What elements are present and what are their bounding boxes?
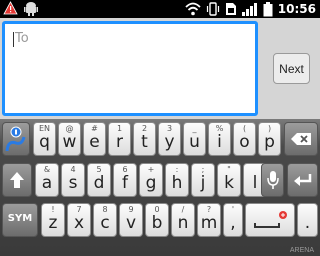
- key-v-label: v: [125, 213, 137, 233]
- key-m-label: m: [200, 213, 218, 233]
- key-x-label: x: [73, 213, 85, 233]
- key-d-label: d: [93, 173, 105, 193]
- key-y-label: y: [164, 132, 175, 152]
- key-n-label: n: [177, 213, 189, 233]
- enter-arrow-icon: [288, 164, 317, 196]
- key-t[interactable]: 2 t: [133, 122, 156, 156]
- key-period-label: .: [304, 213, 311, 233]
- key-j[interactable]: ; j: [191, 163, 215, 197]
- space-bar-icon: [246, 204, 294, 236]
- enter-key[interactable]: [287, 163, 318, 197]
- shift-key[interactable]: [2, 163, 32, 197]
- key-a[interactable]: & a: [35, 163, 59, 197]
- input-method-icon: [3, 123, 29, 155]
- input-method-key[interactable]: [2, 122, 30, 156]
- wifi-icon: [185, 2, 201, 16]
- key-b[interactable]: 0 b: [145, 203, 169, 237]
- key-c-label: c: [100, 213, 110, 233]
- key-u-label: u: [189, 132, 200, 152]
- key-y[interactable]: 3 y: [158, 122, 181, 156]
- warning-icon: [3, 1, 18, 16]
- space-key[interactable]: [245, 203, 295, 237]
- key-f-label: f: [122, 173, 128, 193]
- key-p-label: p: [264, 132, 275, 152]
- key-p[interactable]: ) p: [258, 122, 281, 156]
- key-g-label: g: [145, 173, 157, 193]
- backspace-icon: [285, 123, 317, 155]
- key-w[interactable]: @ w: [58, 122, 81, 156]
- microphone-key[interactable]: [261, 163, 284, 197]
- vibrate-icon: [206, 2, 220, 16]
- key-j-label: j: [200, 173, 206, 193]
- shift-arrow-icon: [3, 164, 31, 196]
- key-comma-label: ,: [230, 213, 236, 233]
- status-bar: 10:56: [0, 0, 320, 18]
- key-i-label: i: [217, 132, 222, 152]
- key-h-label: h: [171, 173, 183, 193]
- key-k-label: k: [224, 173, 234, 193]
- key-g[interactable]: + g: [139, 163, 163, 197]
- key-c[interactable]: 8 c: [93, 203, 117, 237]
- key-o-label: o: [239, 132, 250, 152]
- to-placeholder: To: [15, 31, 29, 46]
- key-r-label: r: [116, 132, 123, 152]
- key-b-label: b: [151, 213, 163, 233]
- text-cursor: [13, 32, 14, 47]
- sim-icon: [225, 2, 237, 16]
- watermark: ARENA: [289, 247, 314, 254]
- signal-icon: [241, 2, 258, 16]
- key-z[interactable]: ! z: [41, 203, 65, 237]
- key-v[interactable]: 9 v: [119, 203, 143, 237]
- key-h[interactable]: : h: [165, 163, 189, 197]
- key-e[interactable]: # e: [83, 122, 106, 156]
- key-f[interactable]: 6 f: [113, 163, 137, 197]
- compose-area: To Next: [0, 18, 320, 123]
- android-icon: [24, 1, 38, 16]
- key-u[interactable]: _ u: [183, 122, 206, 156]
- key-r[interactable]: 1 r: [108, 122, 131, 156]
- key-k[interactable]: " k: [217, 163, 241, 197]
- keyboard: EN q @ w # e 1 r 2 t 3 y _ u % i ( o ) p: [0, 119, 320, 256]
- key-comma[interactable]: ' ,: [223, 203, 243, 237]
- backspace-key[interactable]: [284, 122, 318, 156]
- key-z-label: z: [48, 213, 58, 233]
- key-e-label: e: [89, 132, 100, 152]
- key-x[interactable]: 7 x: [67, 203, 91, 237]
- key-s[interactable]: 4 s: [61, 163, 85, 197]
- next-button[interactable]: Next: [273, 53, 310, 84]
- battery-icon: [263, 1, 273, 17]
- to-field[interactable]: To: [2, 21, 258, 116]
- key-w-label: w: [62, 132, 77, 152]
- key-period[interactable]: .: [297, 203, 318, 237]
- key-q-label: q: [39, 132, 50, 152]
- microphone-icon: [262, 164, 283, 196]
- key-a-label: a: [41, 173, 53, 193]
- key-n[interactable]: / n: [171, 203, 195, 237]
- key-m[interactable]: ? m: [197, 203, 221, 237]
- key-d[interactable]: 5 d: [87, 163, 111, 197]
- key-s-label: s: [68, 173, 78, 193]
- key-t-label: t: [141, 132, 148, 152]
- sym-key[interactable]: SYM: [2, 203, 38, 237]
- sym-label: SYM: [7, 213, 33, 224]
- key-o[interactable]: ( o: [233, 122, 256, 156]
- key-q[interactable]: EN q: [33, 122, 56, 156]
- status-clock: 10:56: [277, 2, 316, 16]
- key-i[interactable]: % i: [208, 122, 231, 156]
